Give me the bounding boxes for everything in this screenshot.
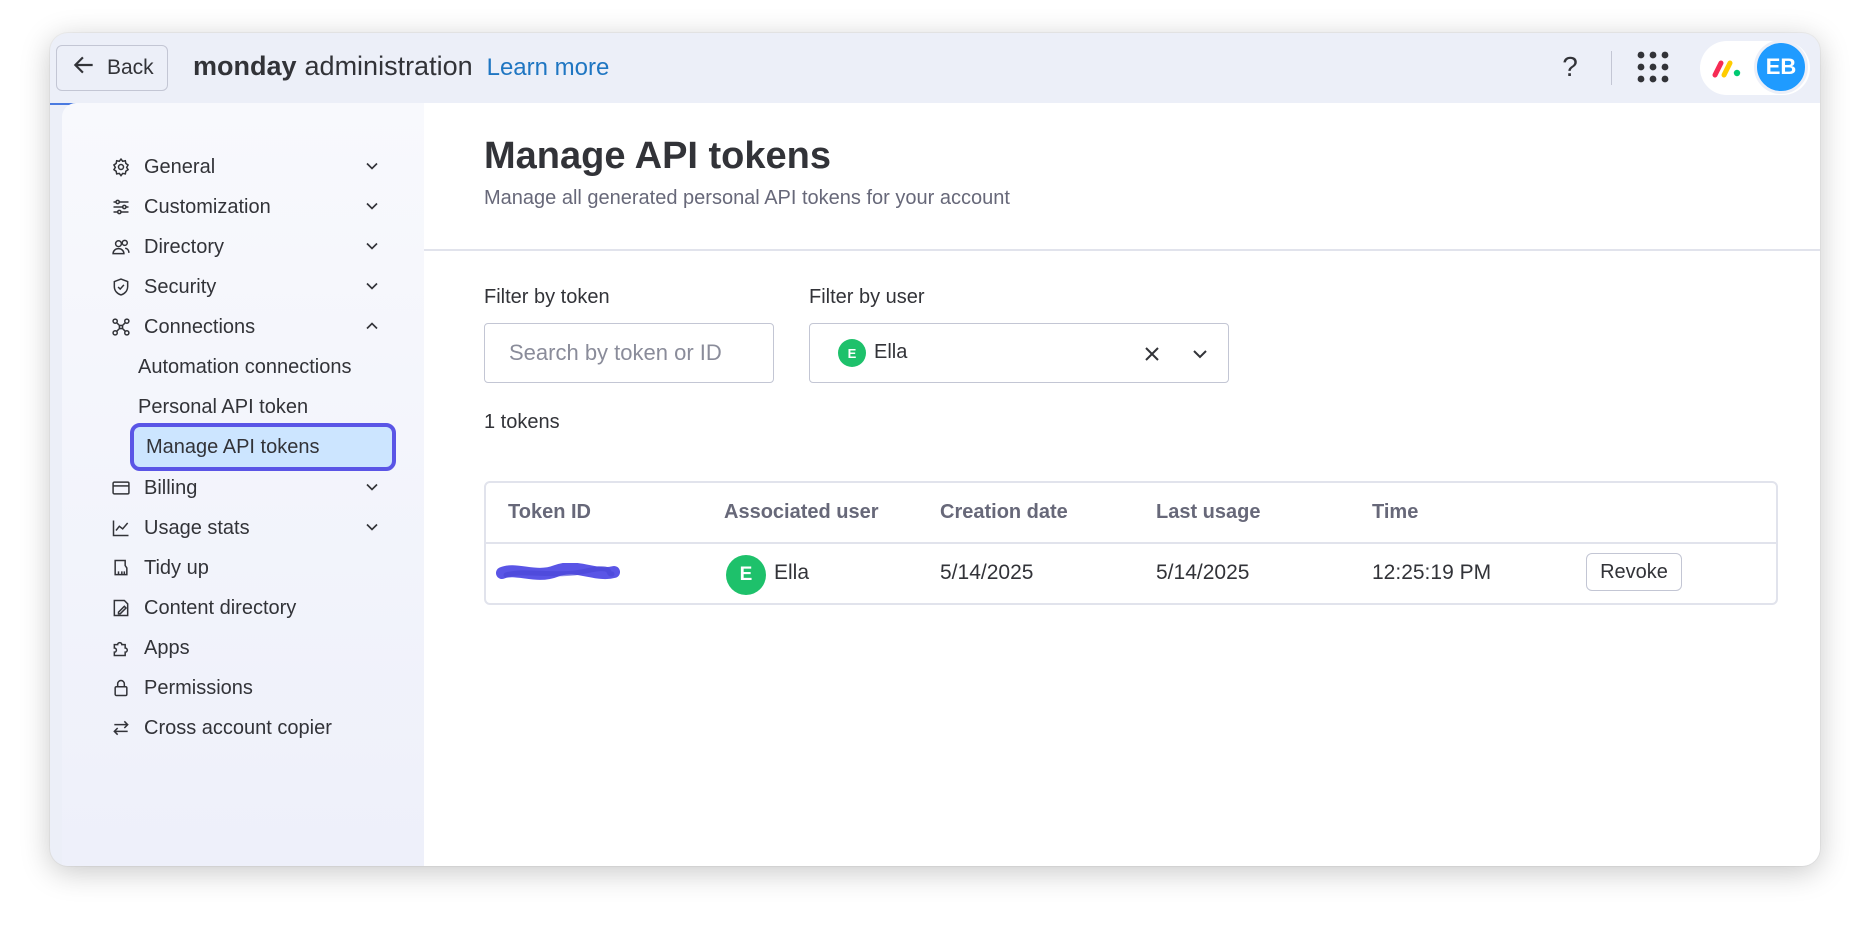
header-divider bbox=[424, 249, 1820, 251]
cell-time: 12:25:19 PM bbox=[1372, 561, 1492, 584]
token-count: 1 tokens bbox=[484, 411, 560, 433]
sidebar-item-label: Directory bbox=[144, 235, 225, 258]
sidebar-item-label: Permissions bbox=[144, 676, 253, 699]
sidebar-item-label: Customization bbox=[144, 195, 271, 218]
monday-logo-icon bbox=[1712, 60, 1741, 78]
clear-icon[interactable] bbox=[1140, 342, 1164, 366]
chevron-down-icon bbox=[366, 242, 378, 250]
gear-icon bbox=[110, 156, 132, 178]
sidebar-item-billing[interactable]: Billing bbox=[110, 468, 390, 508]
arrow-left-icon bbox=[71, 52, 97, 84]
sidebar-item-tidy-up[interactable]: Tidy up bbox=[110, 548, 390, 588]
learn-more-link[interactable]: Learn more bbox=[487, 54, 610, 82]
column-header-token-id: Token ID bbox=[508, 501, 591, 523]
people-icon bbox=[110, 236, 132, 258]
sidebar-item-security[interactable]: Security bbox=[110, 267, 390, 307]
sidebar-item-apps[interactable]: Apps bbox=[110, 628, 390, 668]
connections-icon bbox=[110, 316, 132, 338]
chevron-up-icon bbox=[366, 322, 378, 330]
sidebar-item-label: Security bbox=[144, 275, 217, 298]
table-header-divider bbox=[486, 542, 1776, 544]
sidebar: General Customization Directory Security bbox=[62, 103, 424, 866]
sidebar-item-label: Personal API token bbox=[138, 395, 309, 418]
chevron-down-icon bbox=[366, 523, 378, 531]
filter-token-label: Filter by token bbox=[484, 286, 610, 308]
sidebar-item-cross-account-copier[interactable]: Cross account copier bbox=[110, 708, 390, 748]
app-window: Back monday administration Learn more ? bbox=[50, 33, 1820, 866]
card-icon bbox=[110, 477, 132, 499]
avatar: E bbox=[838, 339, 866, 367]
chart-icon bbox=[110, 517, 132, 539]
sidebar-item-customization[interactable]: Customization bbox=[110, 187, 390, 227]
user-filter-value: Ella bbox=[874, 341, 908, 363]
sidebar-item-label: Usage stats bbox=[144, 516, 250, 539]
cell-last-usage: 5/14/2025 bbox=[1156, 561, 1250, 584]
sidebar-item-content-directory[interactable]: Content directory bbox=[110, 588, 390, 628]
sliders-icon bbox=[110, 196, 132, 218]
chevron-down-icon bbox=[366, 483, 378, 491]
brand-name: monday bbox=[193, 51, 297, 81]
tokens-table: Token ID Associated user Creation date L… bbox=[484, 481, 1778, 605]
chevron-down-icon bbox=[366, 282, 378, 290]
transfer-icon bbox=[110, 717, 132, 739]
sidebar-item-label: Manage API tokens bbox=[146, 435, 320, 458]
top-bar: Back monday administration Learn more ? bbox=[50, 33, 1820, 103]
sidebar-item-manage-api-tokens[interactable]: Manage API tokens bbox=[130, 423, 396, 471]
user-avatar[interactable]: EB bbox=[1754, 40, 1808, 94]
content-icon bbox=[110, 597, 132, 619]
sidebar-item-label: Apps bbox=[144, 636, 190, 659]
main-content: Manage API tokens Manage all generated p… bbox=[424, 103, 1820, 866]
sidebar-item-label: Automation connections bbox=[138, 355, 352, 378]
page-title: Manage API tokens bbox=[484, 135, 832, 177]
column-header-time: Time bbox=[1372, 501, 1419, 523]
sidebar-item-label: General bbox=[144, 155, 216, 178]
brand-suffix: administration bbox=[304, 51, 473, 81]
back-button[interactable]: Back bbox=[56, 45, 168, 91]
sidebar-item-directory[interactable]: Directory bbox=[110, 227, 390, 267]
broom-icon bbox=[110, 557, 132, 579]
page-subtitle: Manage all generated personal API tokens… bbox=[484, 187, 1010, 209]
chevron-down-icon[interactable] bbox=[1188, 342, 1212, 366]
revoke-button[interactable]: Revoke bbox=[1586, 553, 1682, 591]
sidebar-item-general[interactable]: General bbox=[110, 147, 390, 187]
sidebar-item-label: Cross account copier bbox=[144, 716, 332, 739]
user-filter-dropdown[interactable]: E Ella bbox=[809, 323, 1229, 383]
lock-icon bbox=[110, 677, 132, 699]
sidebar-item-connections[interactable]: Connections bbox=[110, 307, 390, 347]
cell-associated-user: Ella bbox=[774, 561, 810, 584]
sidebar-item-label: Connections bbox=[144, 315, 256, 338]
redacted-token-id bbox=[496, 563, 620, 580]
sidebar-item-automation-connections[interactable]: Automation connections bbox=[138, 347, 388, 387]
back-button-label: Back bbox=[107, 56, 154, 79]
apps-grid-icon[interactable] bbox=[1635, 49, 1671, 85]
column-header-creation-date: Creation date bbox=[940, 501, 1068, 523]
app-title: monday administration Learn more bbox=[193, 51, 609, 82]
sidebar-item-label: Content directory bbox=[144, 596, 297, 619]
help-icon[interactable]: ? bbox=[1550, 47, 1590, 87]
filter-user-label: Filter by user bbox=[809, 286, 925, 308]
puzzle-icon bbox=[110, 637, 132, 659]
chevron-down-icon bbox=[366, 162, 378, 170]
sidebar-item-usage-stats[interactable]: Usage stats bbox=[110, 508, 390, 548]
sidebar-item-personal-api-token[interactable]: Personal API token bbox=[138, 387, 388, 427]
sidebar-item-label: Billing bbox=[144, 476, 198, 499]
token-search-input[interactable] bbox=[484, 323, 774, 383]
avatar: E bbox=[726, 555, 766, 595]
chevron-down-icon bbox=[366, 202, 378, 210]
column-header-associated-user: Associated user bbox=[724, 501, 879, 523]
sidebar-item-permissions[interactable]: Permissions bbox=[110, 668, 390, 708]
topbar-divider bbox=[1611, 51, 1612, 85]
column-header-last-usage: Last usage bbox=[1156, 501, 1261, 523]
sidebar-item-label: Tidy up bbox=[144, 556, 209, 579]
cell-creation-date: 5/14/2025 bbox=[940, 561, 1034, 584]
shield-icon bbox=[110, 276, 132, 298]
